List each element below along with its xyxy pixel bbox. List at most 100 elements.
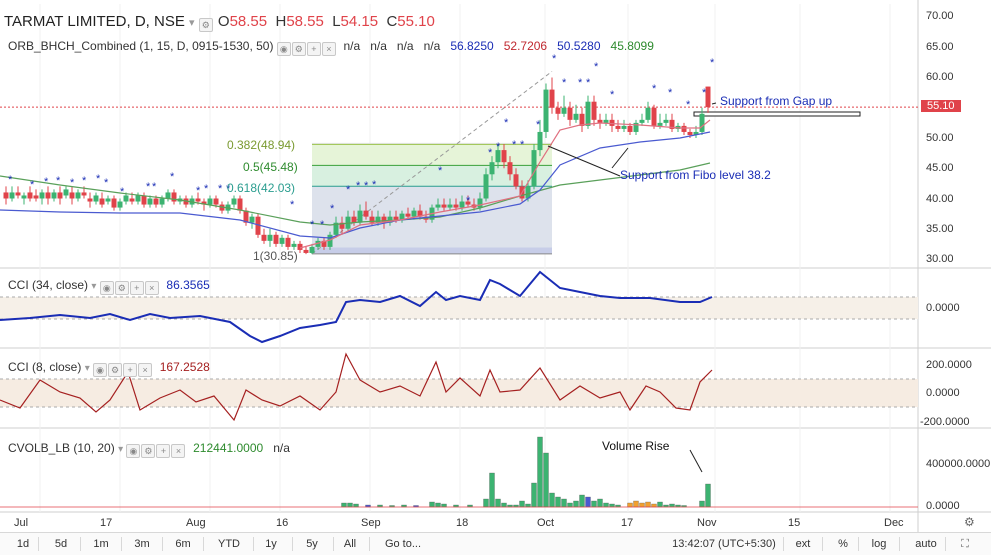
close-icon[interactable]: × [171, 444, 186, 458]
orb-indicator-title: ORB_BHCH_Combined (1, 15, D, 0915-1530, … [8, 39, 274, 53]
x-tick: Jul [14, 517, 29, 529]
fullscreen-icon[interactable]: ⛶ [955, 535, 975, 553]
add-icon[interactable]: + [156, 444, 171, 458]
price-tick: 70.00 [926, 10, 954, 22]
candle-body [357, 210, 363, 223]
close-icon[interactable]: × [138, 363, 153, 377]
range-all-button[interactable]: All [338, 535, 362, 553]
log-button[interactable]: log [867, 535, 891, 553]
star-marker: * [310, 219, 315, 231]
cvol-legend[interactable]: CVOLB_LB (10, 20) ▾ ◉ ⚙ + × 212441.0000 n/a [8, 441, 290, 458]
candle-body [375, 216, 381, 223]
cvol-na: n/a [273, 441, 290, 455]
star-marker: * [586, 77, 591, 89]
star-marker: * [364, 180, 369, 192]
orb-na-4: n/a [423, 39, 441, 53]
candle-body [249, 216, 255, 223]
range-5y-button[interactable]: 5y [299, 535, 325, 553]
range-3m-button[interactable]: 3m [128, 535, 156, 553]
candle-body [627, 125, 633, 132]
annotation-volume-rise: Volume Rise [602, 439, 670, 453]
eye-icon[interactable]: ◉ [93, 363, 108, 377]
arrow-line [547, 145, 621, 177]
star-marker: * [652, 83, 657, 95]
range-6m-button[interactable]: 6m [169, 535, 197, 553]
volume-bar [353, 503, 359, 508]
volume-bar [429, 501, 435, 508]
volume-bar [639, 502, 645, 508]
add-icon[interactable]: + [123, 363, 138, 377]
orb-na-3: n/a [396, 39, 414, 53]
star-marker: * [104, 177, 109, 189]
candle-body [69, 192, 75, 199]
volume-bar [609, 503, 615, 508]
volume-bar [561, 498, 567, 508]
candle-body [459, 201, 465, 208]
star-marker: * [96, 173, 101, 185]
candle-body [63, 189, 69, 196]
candle-body [51, 192, 57, 199]
close-icon[interactable]: × [144, 281, 159, 295]
settings-icon[interactable]: ⚙ [964, 515, 975, 529]
gap-box [693, 111, 861, 117]
candle-body [351, 216, 357, 223]
star-marker: * [668, 87, 673, 99]
goto-button[interactable]: Go to... [378, 535, 428, 553]
chevron-down-icon[interactable]: ▾ [189, 17, 195, 29]
star-marker: * [610, 89, 615, 101]
ext-button[interactable]: ext [790, 535, 816, 553]
cci8-legend[interactable]: CCI (8, close) ▾ ◉ ⚙ + × 167.2528 [8, 360, 210, 377]
candle-body [411, 210, 417, 217]
candle-body [603, 119, 609, 123]
eye-icon[interactable]: ◉ [126, 444, 141, 458]
settings-icon[interactable]: ⚙ [291, 42, 306, 56]
cci8-tick: 200.0000 [926, 359, 972, 371]
eye-icon[interactable]: ◉ [276, 42, 291, 56]
range-ytd-button[interactable]: YTD [211, 535, 247, 553]
volume-bar [597, 498, 603, 508]
candle-body [291, 243, 297, 247]
cci34-legend[interactable]: CCI (34, close) ▾ ◉ ⚙ + × 86.3565 [8, 278, 210, 295]
candle-body [441, 204, 447, 208]
settings-icon[interactable]: ⚙ [141, 444, 156, 458]
chevron-down-icon[interactable]: ▾ [118, 444, 123, 455]
candle-body [129, 198, 135, 202]
range-1d-button[interactable]: 1d [10, 535, 36, 553]
settings-icon[interactable]: ⚙ [198, 18, 213, 32]
clock-time: 13:42:07 (UTC+5:30) [672, 538, 776, 550]
star-marker: * [520, 139, 525, 151]
orb-indicator-legend[interactable]: ORB_BHCH_Combined (1, 15, D, 0915-1530, … [8, 39, 654, 56]
candle-body [165, 192, 171, 199]
cci34-tick: 0.0000 [926, 302, 960, 314]
close-icon[interactable]: × [321, 42, 336, 56]
settings-icon[interactable]: ⚙ [114, 281, 129, 295]
range-1y-button[interactable]: 1y [258, 535, 284, 553]
star-marker: * [120, 186, 125, 198]
candle-body [297, 243, 303, 250]
volume-bar [555, 496, 561, 508]
candle-body [45, 192, 51, 199]
add-icon[interactable]: + [129, 281, 144, 295]
add-icon[interactable]: + [306, 42, 321, 56]
star-marker: * [710, 57, 715, 69]
star-marker: * [356, 180, 361, 192]
star-marker: * [170, 171, 175, 183]
percent-button[interactable]: % [836, 535, 850, 553]
range-5d-button[interactable]: 5d [48, 535, 74, 553]
chevron-down-icon[interactable]: ▾ [91, 281, 96, 292]
settings-icon[interactable]: ⚙ [108, 363, 123, 377]
star-marker: * [8, 174, 13, 186]
volume-bar [489, 472, 495, 508]
chevron-down-icon[interactable]: ▾ [85, 363, 90, 374]
candle-body [159, 198, 165, 205]
candle-body [195, 198, 201, 202]
range-1m-button[interactable]: 1m [87, 535, 115, 553]
star-marker: * [70, 177, 75, 189]
eye-icon[interactable]: ◉ [99, 281, 114, 295]
symbol-header[interactable]: TARMAT LIMITED, D, NSE ▾ ⚙ O58.55 H58.55… [4, 13, 435, 32]
volume-bar [705, 483, 711, 508]
auto-button[interactable]: auto [910, 535, 942, 553]
fib-level-0382: 0.382(48.94) [227, 138, 296, 152]
price-chart[interactable]: * * * * * * * * * * * * * * * * * * * * * * * * * * * * * * * * * * * * * * * *… [0, 0, 991, 554]
orb-na-1: n/a [343, 39, 361, 53]
